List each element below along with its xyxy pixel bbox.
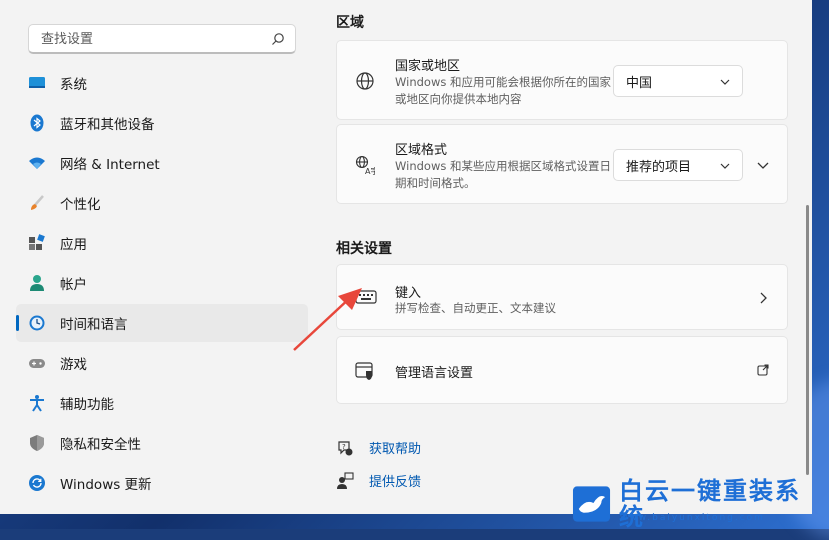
external-link-icon [757,364,769,376]
regional-format-icon: A字 [355,155,375,175]
apps-icon [29,234,45,250]
country-region-value: 中国 [626,75,653,91]
globe-icon [356,72,374,90]
sidebar-item-accounts[interactable]: 帐户 [16,264,308,302]
country-region-dropdown[interactable]: 中国 [613,65,743,97]
bird-logo-icon [572,486,611,522]
sidebar-item-label: 游戏 [60,357,87,373]
typing-desc: 拼写检查、自动更正、文本建议 [395,301,556,315]
search-input[interactable] [39,25,263,53]
country-region-title: 国家或地区 [395,59,461,74]
search-icon[interactable] [271,32,285,46]
country-region-card: 国家或地区 Windows 和应用可能会根据你所在的国家或地区向你提供本地内容 … [336,40,788,120]
regional-format-dropdown[interactable]: 推荐的项目 [613,149,743,181]
sidebar-item-label: 辅助功能 [60,397,114,413]
section-title-region: 区域 [336,15,364,31]
sidebar-item-privacy[interactable]: 隐私和安全性 [16,424,308,462]
annotation-arrow [293,288,362,351]
regional-format-value: 推荐的项目 [626,159,692,175]
sidebar-nav: 系统 蓝牙和其他设备 网络 & Internet 个性化 应用 帐户 时间和语言… [16,64,308,504]
accessibility-icon [30,395,44,412]
expand-chevron-icon[interactable] [757,159,769,171]
regional-format-title: 区域格式 [395,143,448,158]
sidebar-item-gaming[interactable]: 游戏 [16,344,308,382]
sidebar-item-label: 系统 [60,77,87,93]
update-icon [29,475,45,491]
section-title-related: 相关设置 [336,241,392,257]
watermark-url: www.baiyunxitong.com [620,513,765,523]
sidebar-item-label: 帐户 [60,277,87,293]
sidebar-item-windows-update[interactable]: Windows 更新 [16,464,308,502]
sidebar-item-network[interactable]: 网络 & Internet [16,144,308,182]
search-box[interactable] [28,24,296,54]
bluetooth-icon [30,114,44,132]
sidebar-item-label: 时间和语言 [60,317,128,333]
feedback-link[interactable]: 提供反馈 [369,471,421,490]
get-help-row[interactable]: ? 获取帮助 [336,438,421,457]
sidebar-item-system[interactable]: 系统 [16,64,308,102]
help-icon: ? [338,440,353,455]
sidebar-item-label: 隐私和安全性 [60,437,141,453]
clock-globe-icon [29,315,45,331]
typing-title: 键入 [395,286,422,301]
regional-format-desc: Windows 和某些应用根据区域格式设置日期和时间格式。 [395,159,611,190]
monitor-icon [29,77,45,88]
typing-card[interactable]: 键入 拼写检查、自动更正、文本建议 [336,264,788,330]
get-help-link[interactable]: 获取帮助 [369,438,421,457]
sidebar-item-bluetooth[interactable]: 蓝牙和其他设备 [16,104,308,142]
watermark-logo: 白云一键重装系统 www.baiyunxitong.com [572,478,822,530]
chevron-down-icon [720,79,730,85]
manage-language-title: 管理语言设置 [395,366,474,381]
country-region-desc: Windows 和应用可能会根据你所在的国家或地区向你提供本地内容 [395,75,611,106]
sidebar-item-apps[interactable]: 应用 [16,224,308,262]
sidebar-item-label: 蓝牙和其他设备 [60,117,155,133]
wifi-icon [29,157,45,169]
scrollbar-thumb[interactable] [806,205,809,475]
shield-icon [30,435,44,451]
settings-window: 系统 蓝牙和其他设备 网络 & Internet 个性化 [0,0,812,514]
sidebar-item-label: Windows 更新 [60,477,152,493]
manage-language-card[interactable]: 管理语言设置 [336,336,788,404]
sidebar-item-label: 应用 [60,237,87,253]
sidebar-item-label: 网络 & Internet [60,157,160,173]
chevron-right-icon [760,292,767,304]
brush-icon [31,195,44,210]
sidebar-item-time-language[interactable]: 时间和语言 [16,304,308,342]
feedback-icon [337,471,354,489]
sidebar-item-personalization[interactable]: 个性化 [16,184,308,222]
feedback-row[interactable]: 提供反馈 [336,471,421,490]
language-settings-icon [355,362,373,380]
sidebar-item-accessibility[interactable]: 辅助功能 [16,384,308,422]
chevron-down-icon [720,163,730,169]
sidebar-item-label: 个性化 [60,197,101,213]
svg-text:?: ? [342,443,346,451]
regional-format-card[interactable]: A字 区域格式 Windows 和某些应用根据区域格式设置日期和时间格式。 推荐… [336,124,788,204]
person-icon [30,275,44,291]
svg-text:A字: A字 [365,166,375,175]
gamepad-icon [29,359,45,368]
